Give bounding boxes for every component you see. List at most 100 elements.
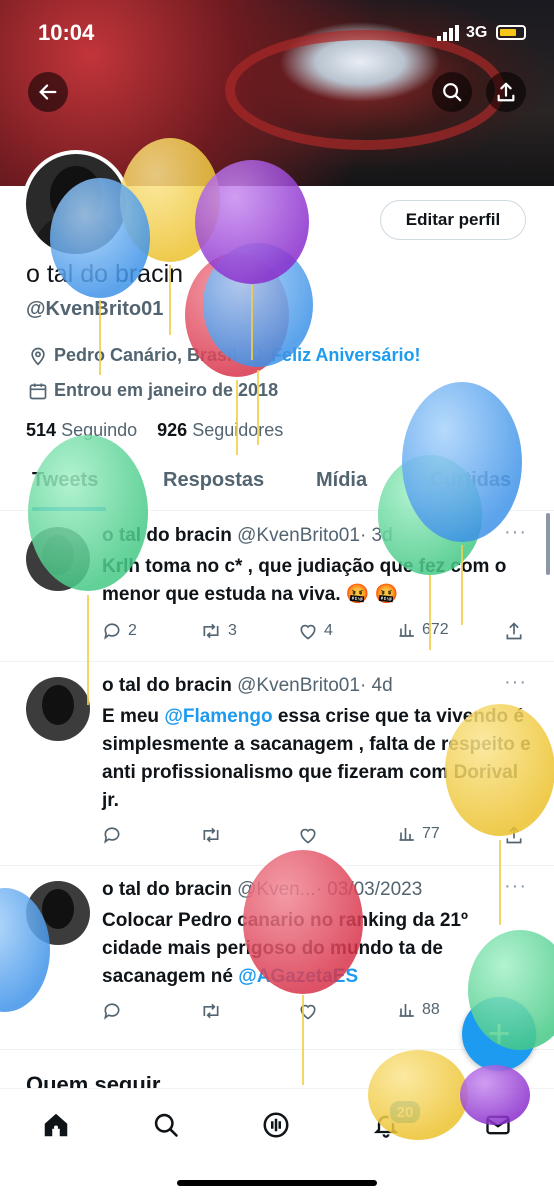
tweet-header: o tal do bracin @KvenBrito01· 4d [102, 675, 393, 697]
balloon-icon [250, 345, 263, 364]
balloon-purple [195, 160, 309, 360]
followers-link[interactable]: 926 Seguidores [157, 420, 283, 440]
tweet-mention[interactable]: @AGazetaES [238, 966, 358, 987]
search-icon [154, 1113, 178, 1137]
retweet-count: 3 [228, 622, 237, 639]
tweet-actions: 2 3 4 672 [102, 621, 532, 645]
battery-icon [496, 25, 526, 40]
tweet-author-name[interactable]: o tal do bracin [102, 879, 232, 900]
profile-avatar[interactable] [22, 150, 130, 258]
tab-tweets[interactable]: Tweets [32, 469, 98, 492]
retweet-icon [203, 1003, 219, 1019]
tweet-item[interactable]: o tal do bracin @KvenBrito01· 4d ··· E m… [0, 661, 554, 866]
network-type: 3G [466, 24, 488, 41]
like-button[interactable] [298, 1001, 318, 1021]
views-count: 88 [422, 1001, 440, 1018]
followers-count: 926 [157, 420, 188, 440]
tweet-text: E meu @Flamengo essa crise que ta vivend… [102, 703, 532, 815]
tweet-time: · 3d [359, 525, 393, 546]
tweet-avatar[interactable] [26, 527, 90, 591]
reply-button[interactable] [102, 825, 122, 845]
tab-media[interactable]: Mídia [316, 469, 367, 492]
profile-location: Pedro Canário, Brasil Feliz Aniversário! [28, 345, 420, 366]
views-count: 77 [422, 825, 440, 842]
views-button[interactable]: 672 [398, 621, 449, 639]
following-label: Seguindo [61, 420, 138, 440]
more-options-icon[interactable]: ··· [504, 521, 527, 544]
like-button[interactable]: 4 [298, 621, 333, 641]
profile-handle: @KvenBrito01 [26, 298, 164, 320]
location-text: Pedro Canário, Brasil [54, 345, 238, 365]
views-icon [399, 1004, 414, 1017]
status-bar: 10:04 3G [0, 0, 554, 60]
views-count: 672 [422, 621, 449, 638]
more-options-icon[interactable]: ··· [504, 875, 527, 898]
tweet-mention[interactable]: @Flamengo [164, 706, 272, 727]
home-indicator [177, 1180, 377, 1186]
joined-text: Entrou em janeiro de 2018 [54, 380, 279, 400]
views-icon [399, 624, 414, 637]
views-button[interactable]: 88 [398, 1001, 440, 1019]
edit-profile-button[interactable]: Editar perfil [380, 200, 526, 240]
share-tweet-button[interactable] [504, 621, 524, 641]
tab-replies[interactable]: Respostas [163, 469, 264, 492]
tweet-author-name[interactable]: o tal do bracin [102, 525, 232, 546]
share-button[interactable] [486, 72, 526, 112]
like-button[interactable] [298, 825, 318, 845]
share-icon [497, 82, 515, 102]
signal-icon [437, 25, 459, 41]
views-icon [399, 828, 414, 841]
spaces-icon [263, 1112, 289, 1138]
compose-tweet-button[interactable]: + [462, 997, 536, 1071]
reply-icon [104, 827, 120, 844]
nav-messages[interactable] [480, 1107, 516, 1143]
location-pin-icon [31, 347, 45, 366]
tweet-actions: 77 [102, 825, 532, 849]
reply-icon [104, 1003, 120, 1020]
more-options-icon[interactable]: ··· [504, 671, 527, 694]
messages-icon [486, 1115, 510, 1135]
reply-button[interactable] [102, 1001, 122, 1021]
tweet-avatar[interactable] [26, 677, 90, 741]
status-time: 10:04 [38, 20, 95, 45]
tweet-time: · 4d [359, 675, 393, 696]
followers-label: Seguidores [192, 420, 284, 440]
home-icon [44, 1113, 68, 1137]
profile-tabs: Tweets Respostas Mídia Curtidas [0, 455, 554, 511]
retweet-icon [203, 827, 219, 843]
reply-button[interactable]: 2 [102, 621, 137, 641]
tweet-author-handle: @KvenBrito01 [237, 675, 360, 696]
share-icon [506, 826, 522, 844]
tweet-avatar[interactable] [26, 881, 90, 945]
reply-count: 2 [128, 622, 137, 639]
share-tweet-button[interactable] [504, 825, 524, 845]
tweet-item[interactable]: o tal do bracin @KvenBrito01· 3d ··· Krl… [0, 511, 554, 662]
heart-icon [300, 1004, 316, 1020]
birthday-link[interactable]: Feliz Aniversário! [271, 345, 420, 366]
arrow-left-icon [39, 84, 57, 100]
following-count: 514 [26, 420, 57, 440]
nav-home[interactable] [38, 1107, 74, 1143]
tab-likes[interactable]: Curtidas [430, 469, 511, 492]
retweet-button[interactable] [200, 1001, 222, 1021]
back-button[interactable] [28, 72, 68, 112]
tweet-author-name[interactable]: o tal do bracin [102, 675, 232, 696]
like-count: 4 [324, 622, 333, 639]
balloon-blue [203, 243, 313, 445]
tweet-text-prefix: E meu [102, 706, 160, 727]
retweet-button[interactable]: 3 [200, 621, 237, 641]
calendar-icon [29, 383, 47, 399]
notification-badge: 20 [388, 1099, 422, 1125]
tweet-author-handle: @KvenBrito01 [237, 525, 360, 546]
nav-spaces[interactable] [258, 1107, 294, 1143]
nav-search[interactable] [148, 1107, 184, 1143]
profile-name: o tal do bracin [26, 260, 184, 288]
following-link[interactable]: 514 Seguindo [26, 420, 137, 440]
views-button[interactable]: 77 [398, 825, 440, 843]
heart-icon [300, 828, 316, 844]
retweet-button[interactable] [200, 825, 222, 845]
search-button[interactable] [432, 72, 472, 112]
share-icon [506, 622, 522, 640]
follow-stats: 514 Seguindo 926 Seguidores [26, 420, 283, 441]
profile-joined: Entrou em janeiro de 2018 [28, 380, 278, 401]
